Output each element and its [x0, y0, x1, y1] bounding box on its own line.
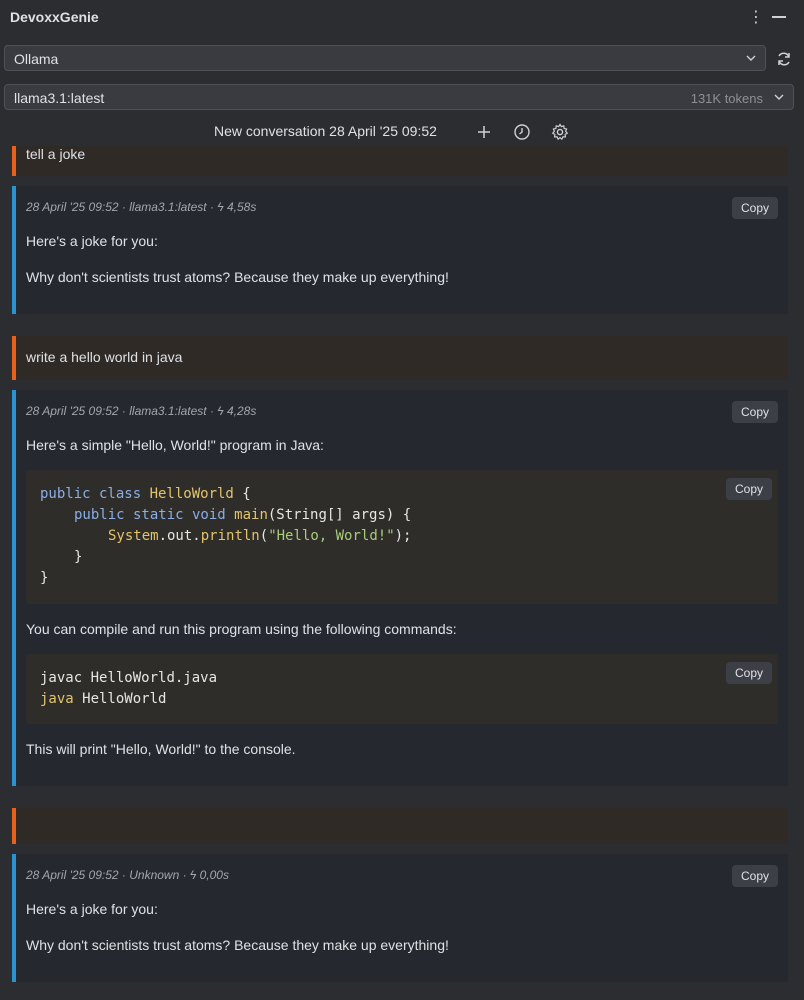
refresh-icon[interactable] — [776, 51, 792, 67]
code-line: public class HelloWorld { — [40, 486, 251, 502]
message-paragraph: You can compile and run this program usi… — [26, 621, 457, 637]
minimize-icon[interactable] — [772, 16, 786, 18]
chevron-down-icon — [746, 55, 756, 61]
app-title: DevoxxGenie — [10, 9, 99, 25]
copy-code-button[interactable]: Copy — [725, 478, 772, 500]
message-paragraph: Why don't scientists trust atoms? Becaus… — [26, 937, 449, 953]
user-message — [12, 808, 788, 844]
title-bar: DevoxxGenie ⋮ — [0, 0, 804, 36]
code-line: java HelloWorld — [40, 691, 167, 707]
code-block: Copy javac HelloWorld.java java HelloWor… — [26, 654, 778, 724]
assistant-message: 28 April '25 09:52 · Unknown · ϟ 0,00s C… — [12, 854, 788, 982]
user-message-text: write a hello world in java — [26, 349, 183, 365]
message-meta: 28 April '25 09:52 · Unknown · ϟ 0,00s — [26, 868, 229, 882]
message-paragraph: Here's a joke for you: — [26, 901, 158, 917]
copy-code-button[interactable]: Copy — [725, 662, 772, 684]
model-selected: llama3.1:latest — [14, 90, 105, 106]
message-paragraph: This will print "Hello, World!" to the c… — [26, 741, 296, 757]
token-count: 131K tokens — [690, 91, 763, 106]
conversation-title: New conversation 28 April '25 09:52 — [214, 123, 437, 139]
message-paragraph: Why don't scientists trust atoms? Becaus… — [26, 269, 449, 285]
user-message-text: tell a joke — [26, 146, 86, 162]
code-line: public static void main(String[] args) { — [74, 507, 412, 523]
code-line: } — [74, 549, 83, 565]
copy-message-button[interactable]: Copy — [731, 197, 778, 219]
plus-icon[interactable] — [475, 123, 493, 141]
provider-select[interactable]: Ollama — [4, 45, 766, 71]
message-paragraph: Here's a joke for you: — [26, 233, 158, 249]
code-line: } — [40, 570, 49, 586]
copy-message-button[interactable]: Copy — [731, 401, 778, 423]
user-message: write a hello world in java — [12, 336, 788, 380]
code-line: javac HelloWorld.java — [40, 670, 218, 686]
user-message: tell a joke — [12, 146, 788, 176]
message-meta: 28 April '25 09:52 · llama3.1:latest · ϟ… — [26, 404, 257, 418]
code-block: Copy public class HelloWorld { public st… — [26, 470, 778, 604]
assistant-message: 28 April '25 09:52 · llama3.1:latest · ϟ… — [12, 186, 788, 314]
assistant-message: 28 April '25 09:52 · llama3.1:latest · ϟ… — [12, 390, 788, 786]
settings-gear-icon[interactable] — [551, 123, 569, 141]
model-select[interactable]: llama3.1:latest 131K tokens — [4, 84, 794, 110]
message-meta: 28 April '25 09:52 · llama3.1:latest · ϟ… — [26, 200, 257, 214]
more-options-icon[interactable]: ⋮ — [748, 8, 764, 28]
history-icon[interactable] — [513, 123, 531, 141]
conversation-bar: New conversation 28 April '25 09:52 — [0, 118, 804, 146]
message-paragraph: Here's a simple "Hello, World!" program … — [26, 437, 324, 453]
chevron-down-icon — [774, 94, 784, 100]
copy-message-button[interactable]: Copy — [731, 865, 778, 887]
code-line: System.out.println("Hello, World!"); — [108, 528, 412, 544]
provider-selected: Ollama — [14, 51, 59, 67]
